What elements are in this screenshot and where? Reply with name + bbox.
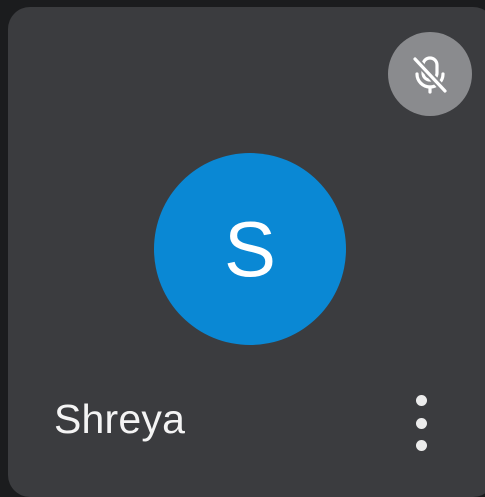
participant-name: Shreya bbox=[54, 396, 186, 442]
microphone-off-icon bbox=[411, 55, 449, 95]
participant-tile[interactable]: S Shreya bbox=[8, 7, 485, 497]
more-options-button[interactable] bbox=[401, 389, 441, 457]
avatar: S bbox=[154, 153, 346, 345]
more-vertical-icon bbox=[415, 395, 427, 406]
more-vertical-icon bbox=[415, 417, 427, 429]
avatar-initial: S bbox=[223, 205, 277, 293]
more-vertical-icon bbox=[415, 440, 427, 451]
muted-indicator bbox=[388, 32, 472, 116]
